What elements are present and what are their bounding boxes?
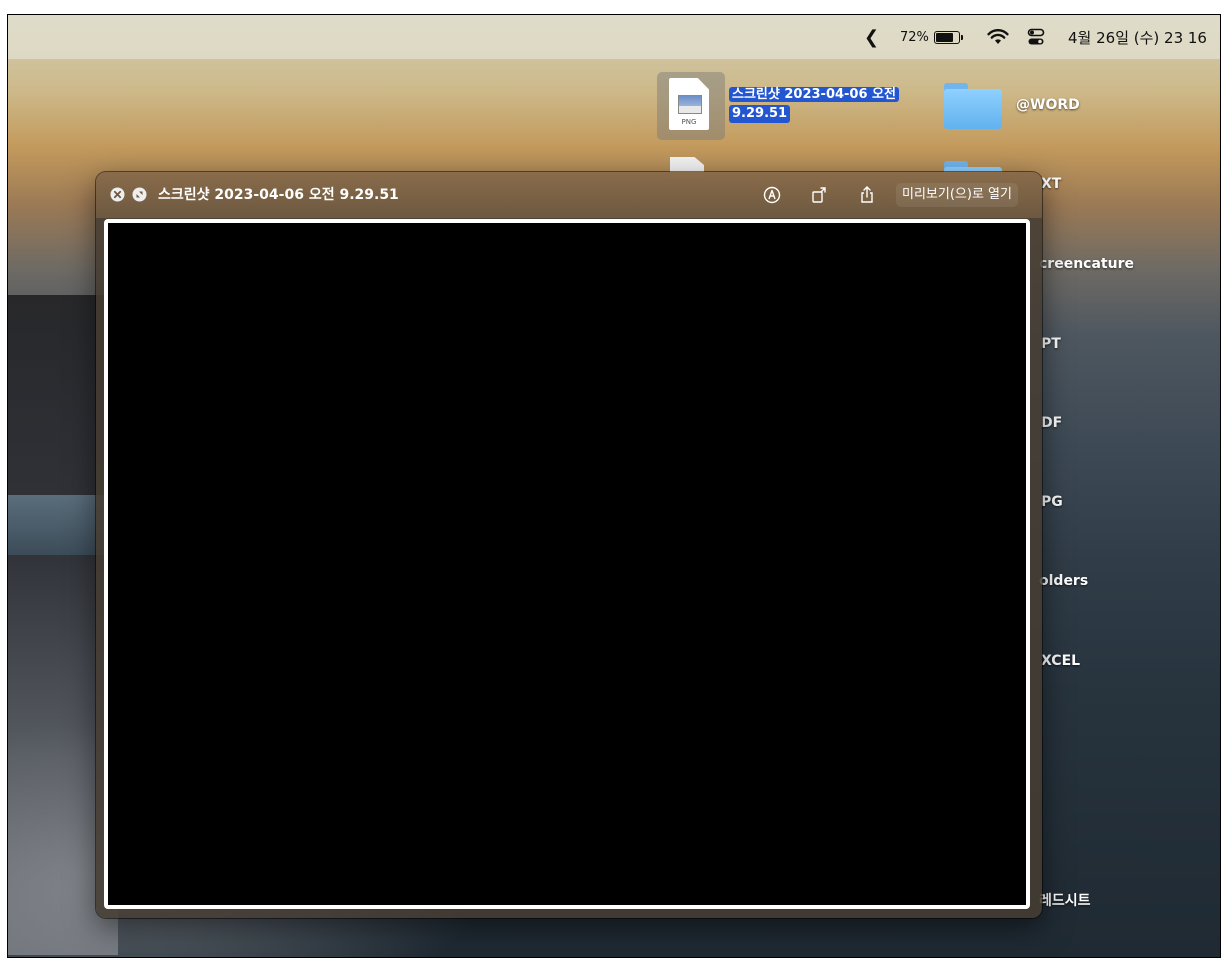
fullscreen-icon[interactable] [132,187,147,202]
markup-icon[interactable] [762,185,782,205]
folder-label-ppt[interactable]: PT [1041,336,1061,352]
folder-label-spreadsheet[interactable]: 레드시트 [1039,890,1091,910]
desktop-screen: ❮ 72% 4월 26일 (수) 23 16 PNG 스크린샷 2023-04-… [7,14,1221,958]
desktop-png-file-icon[interactable]: PNG [657,72,725,140]
folder-label-folders[interactable]: olders [1039,573,1088,589]
folder-label-screencature[interactable]: creencature [1039,256,1134,272]
battery-icon[interactable] [934,15,963,59]
menubar-clock[interactable]: 4월 26일 (수) 23 16 [1068,15,1207,59]
desktop-file-name[interactable]: 스크린샷 2023-04-06 오전 9.29.51 [729,86,915,123]
file-name-line2: 9.29.51 [729,105,791,123]
battery-percentage: 72% [900,29,929,45]
control-center-icon[interactable] [1027,15,1045,59]
menu-bar: ❮ 72% 4월 26일 (수) 23 16 [8,15,1220,59]
quicklook-window: 스크린샷 2023-04-06 오전 9.29.51 미리보기(으)로 열기 [96,172,1042,918]
wifi-icon[interactable] [987,15,1009,59]
close-icon[interactable] [110,187,125,202]
folder-label-pdf[interactable]: DF [1041,415,1062,431]
share-icon[interactable] [857,185,877,205]
folder-label-jpg[interactable]: PG [1041,494,1063,510]
quicklook-image-preview [104,219,1030,909]
folder-icon[interactable] [944,83,1002,129]
folder-label-word[interactable]: @WORD [1016,97,1080,113]
menubar-expand-chevron-icon[interactable]: ❮ [864,15,879,59]
rotate-icon[interactable] [809,185,829,205]
file-extension-label: PNG [681,118,697,126]
quicklook-titlebar[interactable]: 스크린샷 2023-04-06 오전 9.29.51 미리보기(으)로 열기 [96,172,1042,218]
folder-label-txt[interactable]: XT [1041,176,1061,192]
quicklook-title: 스크린샷 2023-04-06 오전 9.29.51 [158,187,399,203]
open-with-preview-button[interactable]: 미리보기(으)로 열기 [896,183,1018,207]
folder-label-excel[interactable]: XCEL [1041,653,1080,669]
file-name-line1: 스크린샷 2023-04-06 오전 [729,87,899,102]
